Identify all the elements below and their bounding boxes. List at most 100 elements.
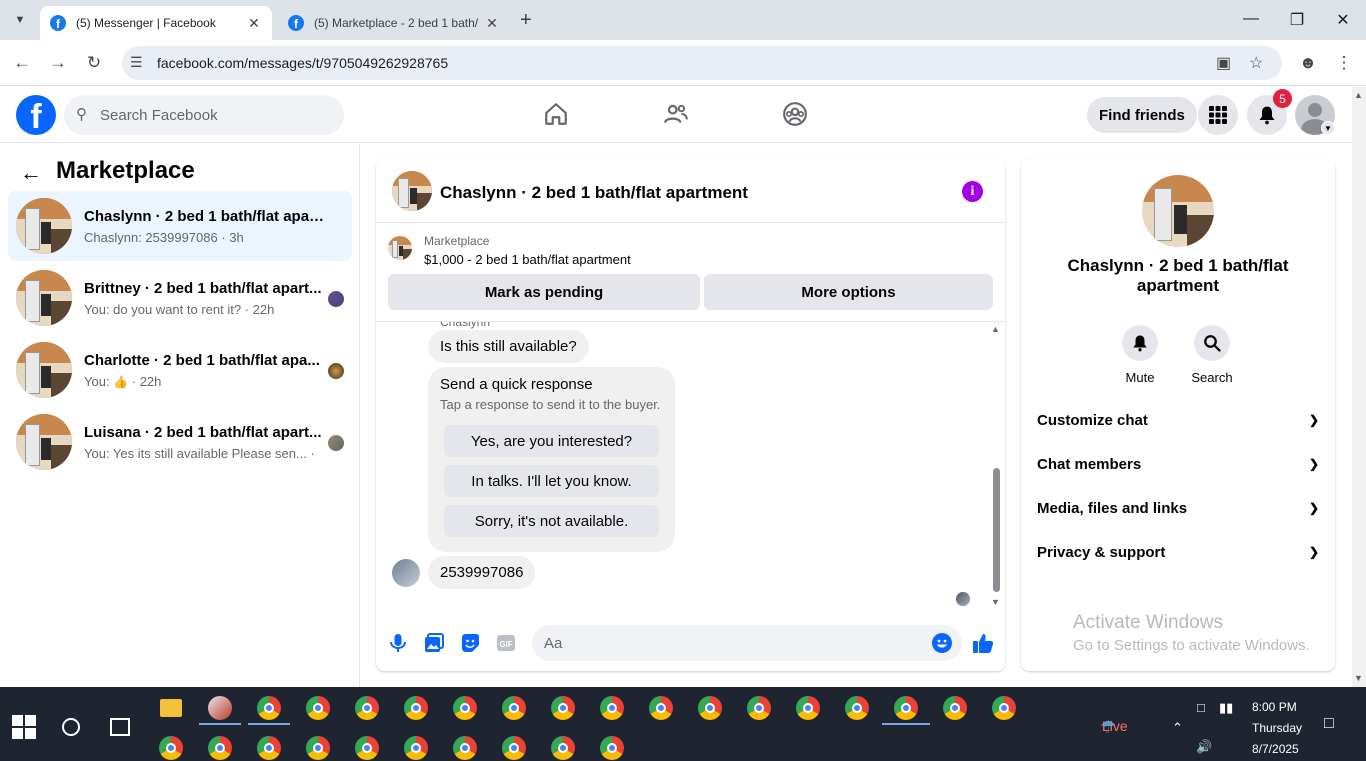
restore-icon[interactable]: ❐ — [1287, 10, 1307, 30]
chrome-icon[interactable] — [894, 696, 918, 720]
chrome-icon[interactable] — [208, 736, 232, 760]
page-scroll-up-icon[interactable]: ▲ — [1354, 90, 1363, 100]
scroll-up-icon[interactable]: ▲ — [991, 324, 1000, 334]
window-close-icon[interactable]: ✕ — [1333, 10, 1353, 30]
chrome-icon[interactable] — [453, 696, 477, 720]
chrome-icon[interactable] — [845, 696, 869, 720]
chrome-icon[interactable] — [159, 736, 183, 760]
sender-avatar[interactable] — [392, 559, 420, 587]
emoji-icon[interactable] — [932, 633, 952, 653]
quick-response-option[interactable]: In talks. I'll let you know. — [444, 465, 659, 497]
tab-marketplace[interactable]: f (5) Marketplace - 2 bed 1 bath/ ✕ — [278, 6, 510, 40]
clock-date[interactable]: 8/7/2025 — [1252, 742, 1322, 756]
mute-button[interactable]: Mute — [1110, 325, 1170, 385]
message-input[interactable] — [544, 625, 924, 661]
account-chevron-down-icon[interactable]: ▼ — [1321, 121, 1335, 135]
message-input-box[interactable] — [532, 625, 962, 661]
task-view-icon[interactable] — [110, 718, 130, 736]
message-thread[interactable]: Chaslynn Is this still available? Send a… — [376, 321, 1005, 611]
profile-icon[interactable]: ☻ — [1297, 52, 1319, 74]
groups-icon[interactable] — [780, 99, 810, 129]
battery-icon[interactable]: ▮▮ — [1219, 700, 1233, 716]
clock-day[interactable]: Thursday — [1252, 721, 1322, 735]
privacy-support-row[interactable]: Privacy & support ❯ — [1037, 534, 1319, 570]
back-icon[interactable]: ← — [11, 52, 33, 74]
chrome-icon[interactable] — [649, 696, 673, 720]
page-scroll-down-icon[interactable]: ▼ — [1354, 673, 1363, 683]
chrome-icon[interactable] — [551, 736, 575, 760]
chrome-menu-icon[interactable]: ⋮ — [1333, 52, 1355, 74]
chrome-icon[interactable] — [600, 696, 624, 720]
windows-start-icon[interactable] — [12, 715, 36, 739]
reload-icon[interactable]: ↻ — [83, 52, 105, 74]
info-thumbnail[interactable] — [1142, 175, 1214, 247]
install-app-icon[interactable]: ▣ — [1216, 53, 1231, 73]
tab-search-chevron-icon[interactable]: ▼ — [8, 8, 32, 32]
microphone-icon[interactable] — [386, 631, 410, 655]
page-scrollbar[interactable]: ▲ ▼ — [1352, 87, 1366, 687]
message-scrollbar[interactable]: ▲ ▼ — [990, 322, 1002, 611]
chrome-icon[interactable] — [698, 696, 722, 720]
photo-icon[interactable] — [422, 631, 446, 655]
conversation-thumbnail[interactable] — [392, 171, 432, 211]
search-conversation-button[interactable]: Search — [1182, 325, 1242, 385]
tray-device-icon[interactable]: □ — [1197, 700, 1205, 715]
chrome-icon[interactable] — [943, 696, 967, 720]
chrome-icon[interactable] — [551, 696, 575, 720]
close-tab-icon[interactable]: ✕ — [484, 15, 500, 32]
listing-title[interactable]: $1,000 - 2 bed 1 bath/flat apartment — [424, 252, 631, 267]
app-icon[interactable] — [208, 696, 232, 720]
home-icon[interactable] — [541, 99, 571, 129]
search-input[interactable] — [100, 95, 330, 135]
scrollbar-thumb[interactable] — [993, 468, 1000, 592]
chrome-icon[interactable] — [404, 736, 428, 760]
forward-icon[interactable]: → — [47, 52, 69, 74]
tab-messenger[interactable]: f (5) Messenger | Facebook ✕ — [40, 6, 272, 40]
cortana-icon[interactable] — [62, 718, 80, 736]
chat-item-luisana[interactable]: Luisana · 2 bed 1 bath/flat apart... You… — [8, 407, 352, 477]
clock-time[interactable]: 8:00 PM — [1252, 700, 1322, 714]
site-info-icon[interactable]: ☰ — [130, 54, 143, 71]
live-label[interactable]: Live — [1102, 718, 1128, 734]
chat-item-chaslynn[interactable]: Chaslynn · 2 bed 1 bath/flat apart... Ch… — [8, 191, 352, 261]
more-options-button[interactable]: More options — [704, 274, 993, 310]
chrome-icon[interactable] — [306, 696, 330, 720]
new-tab-icon[interactable]: + — [520, 9, 532, 32]
chat-item-brittney[interactable]: Brittney · 2 bed 1 bath/flat apart... Yo… — [8, 263, 352, 333]
mark-as-pending-button[interactable]: Mark as pending — [388, 274, 700, 310]
chat-members-row[interactable]: Chat members ❯ — [1037, 446, 1319, 482]
facebook-logo-icon[interactable]: f — [16, 95, 56, 135]
conversation-title[interactable]: Chaslynn · 2 bed 1 bath/flat apartment — [440, 183, 748, 203]
chrome-icon[interactable] — [747, 696, 771, 720]
quick-response-option[interactable]: Sorry, it's not available. — [444, 505, 659, 537]
sticker-icon[interactable] — [458, 631, 482, 655]
find-friends-button[interactable]: Find friends — [1087, 97, 1197, 133]
chrome-icon[interactable] — [306, 736, 330, 760]
thumbs-up-send-icon[interactable] — [971, 631, 995, 655]
gif-icon[interactable]: GIF — [494, 631, 518, 655]
conversation-info-icon[interactable]: i — [962, 181, 983, 202]
action-center-icon[interactable]: □ — [1324, 715, 1334, 733]
media-files-links-row[interactable]: Media, files and links ❯ — [1037, 490, 1319, 526]
file-explorer-icon[interactable] — [160, 699, 182, 717]
tray-chevron-up-icon[interactable]: ⌃ — [1172, 720, 1183, 736]
chrome-icon[interactable] — [355, 696, 379, 720]
quick-response-option[interactable]: Yes, are you interested? — [444, 425, 659, 457]
chrome-icon[interactable] — [502, 696, 526, 720]
customize-chat-row[interactable]: Customize chat ❯ — [1037, 402, 1319, 438]
chat-item-charlotte[interactable]: Charlotte · 2 bed 1 bath/flat apa... You… — [8, 335, 352, 405]
address-bar[interactable]: ☰ facebook.com/messages/t/97050492629287… — [122, 46, 1282, 80]
chrome-icon[interactable] — [796, 696, 820, 720]
friends-icon[interactable] — [661, 99, 691, 129]
bookmark-star-icon[interactable]: ☆ — [1249, 53, 1263, 73]
chrome-icon[interactable] — [257, 696, 281, 720]
chrome-icon[interactable] — [502, 736, 526, 760]
search-box[interactable]: ⚲ — [64, 95, 344, 135]
listing-small-thumbnail[interactable] — [388, 236, 412, 260]
menu-grid-icon[interactable] — [1198, 95, 1238, 135]
chrome-icon[interactable] — [992, 696, 1016, 720]
close-tab-icon[interactable]: ✕ — [246, 15, 262, 32]
back-arrow-icon[interactable]: ← — [20, 160, 42, 186]
chrome-icon[interactable] — [453, 736, 477, 760]
minimize-icon[interactable]: — — [1241, 10, 1261, 28]
